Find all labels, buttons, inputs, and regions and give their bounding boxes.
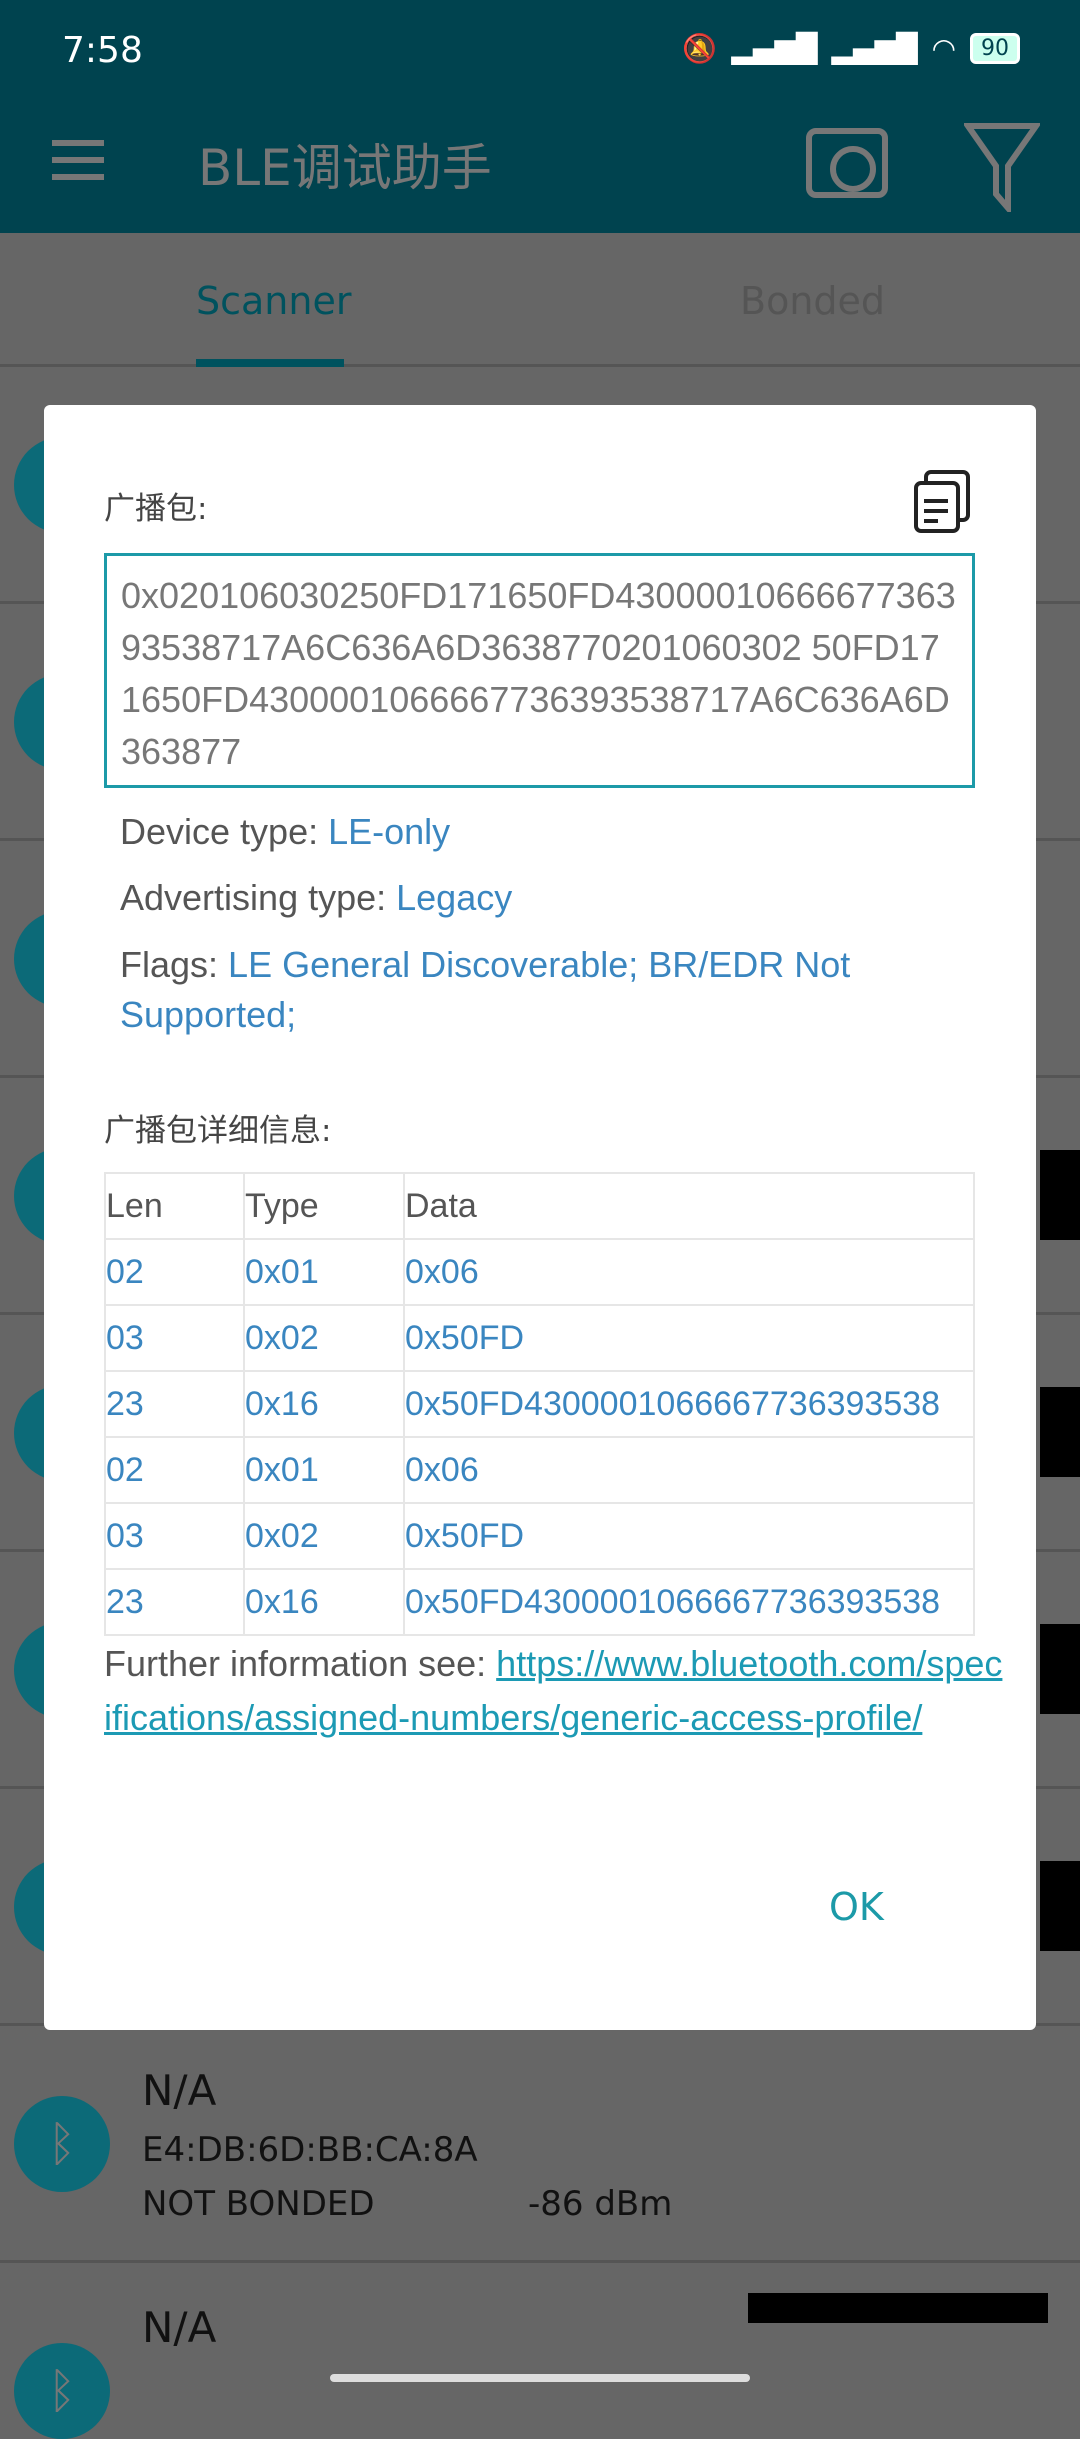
status-bar: 7:58 🔕 ▂▄▆█ ▂▄▆█ ◠ 90 — [0, 0, 1080, 100]
adv-hex-field[interactable]: 0x020106030250FD171650FD4300001066667736… — [104, 553, 975, 788]
adv-label: 广播包: — [104, 491, 208, 527]
table-row: 23 0x16 0x50FD4300001066667736393538 — [104, 1568, 975, 1636]
clock: 7:58 — [62, 30, 143, 71]
copy-icon[interactable] — [912, 469, 972, 535]
table-header: Len Type Data — [104, 1172, 975, 1240]
bluetooth-icon: ᛒ — [14, 2343, 110, 2439]
tab-scanner[interactable]: Scanner — [196, 279, 351, 323]
menu-icon[interactable] — [52, 140, 104, 180]
table-row: 02 0x01 0x06 — [104, 1238, 975, 1306]
advertising-type: Advertising type: Legacy — [120, 877, 513, 918]
flags: Flags: LE General Discoverable; BR/EDR N… — [120, 944, 851, 1035]
bond-status: NOT BONDED — [142, 2184, 375, 2224]
wifi-icon: ◠ — [931, 32, 956, 65]
tab-bar: Scanner Bonded — [0, 233, 1080, 367]
device-mac: E4:DB:6D:BB:CA:8A — [142, 2130, 478, 2170]
bluetooth-icon: ᛒ — [14, 2096, 110, 2192]
battery-icon: 90 — [970, 33, 1020, 64]
app-title: BLE调试助手 — [198, 139, 492, 197]
list-item[interactable]: ᛒ N/A E4:DB:6D:BB:CA:8A NOT BONDED -86 d… — [0, 2026, 1080, 2263]
tab-bonded[interactable]: Bonded — [740, 279, 885, 323]
further-info: Further information see: https://www.blu… — [104, 1643, 1003, 1738]
mute-icon: 🔕 — [682, 32, 718, 65]
ok-button[interactable]: OK — [829, 1885, 884, 1929]
adv-data-dialog: 广播包: 0x020106030250FD171650FD43000010666… — [44, 405, 1036, 2030]
app-bar: BLE调试助手 — [0, 100, 1080, 233]
rssi: -86 dBm — [528, 2184, 673, 2224]
table-row: 23 0x16 0x50FD4300001066667736393538 — [104, 1370, 975, 1438]
signal-icon: ▂▄▆█ — [831, 32, 918, 65]
detail-label: 广播包详细信息: — [104, 1113, 332, 1149]
filter-icon[interactable] — [964, 122, 1040, 212]
signal-icon: ▂▄▆█ — [731, 32, 818, 65]
camera-icon[interactable] — [806, 128, 888, 198]
tab-indicator — [196, 359, 344, 367]
device-type: Device type: LE-only — [120, 811, 451, 852]
table-row: 02 0x01 0x06 — [104, 1436, 975, 1504]
table-row: 03 0x02 0x50FD — [104, 1502, 975, 1570]
device-name: N/A — [142, 2303, 217, 2352]
gesture-bar — [330, 2374, 750, 2382]
adv-detail-table: Len Type Data 02 0x01 0x06 03 0x02 0x50FD 23 0x… — [104, 1172, 975, 1636]
device-name: N/A — [142, 2066, 217, 2115]
table-row: 03 0x02 0x50FD — [104, 1304, 975, 1372]
